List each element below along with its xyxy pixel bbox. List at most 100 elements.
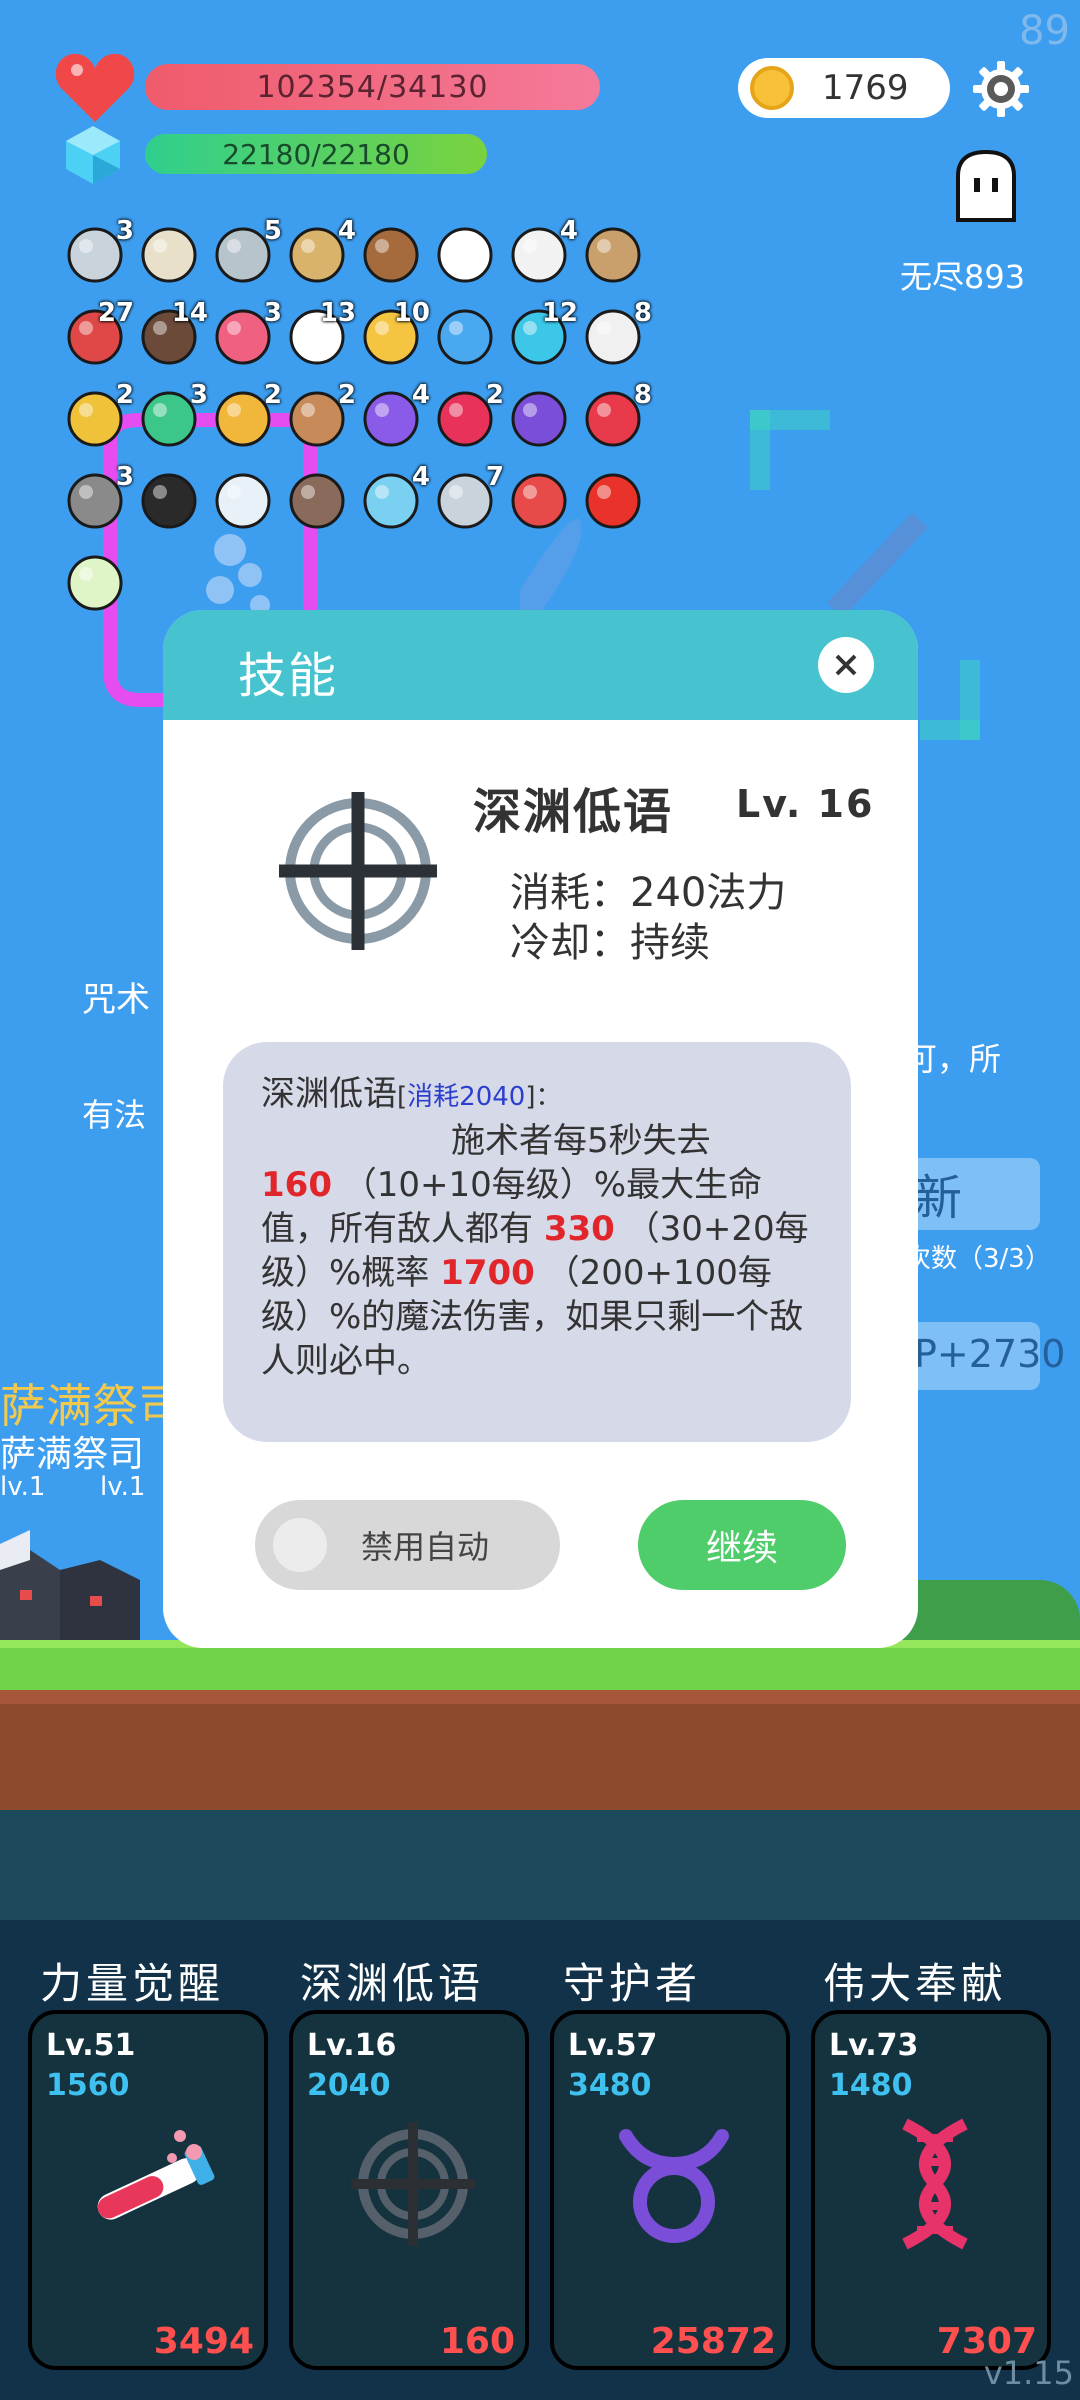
skill-title-2: 深渊低语 xyxy=(300,1959,485,2008)
pill-icon[interactable]: 3 xyxy=(210,298,282,370)
item-count-badge: 27 xyxy=(97,298,134,328)
taurus-icon xyxy=(619,2129,729,2243)
toggle-knob[interactable] xyxy=(273,1518,327,1572)
wand-icon[interactable]: 2 xyxy=(210,380,282,452)
treasure-box-icon[interactable] xyxy=(506,386,572,452)
toggle-label: 禁用自动 xyxy=(361,1528,490,1566)
item-count-badge: 5 xyxy=(263,216,282,246)
crystal-ball-icon[interactable]: 4 xyxy=(358,380,430,452)
item-count-badge: 3 xyxy=(263,298,282,328)
speech-bubble-icon-shape xyxy=(437,309,493,365)
enemy-name-label-2: 萨满祭司 xyxy=(0,1434,145,1475)
ghost-icon[interactable] xyxy=(950,150,1022,222)
skill-title-1: 力量觉醒 xyxy=(40,1959,225,2008)
close-button[interactable] xyxy=(818,637,874,693)
coconut-icon[interactable] xyxy=(358,222,424,288)
strawberry-icon[interactable]: 8 xyxy=(580,380,652,452)
item-count-badge: 4 xyxy=(559,216,578,246)
hp-text: 102354/34130 xyxy=(256,69,489,105)
watermelon-icon-shape xyxy=(511,473,567,529)
skill-title-3: 守护者 xyxy=(563,1959,702,2008)
skill-name: 深渊低语 xyxy=(473,784,674,840)
desc-value-damage: 1700 xyxy=(440,1253,535,1293)
hook-icon[interactable]: 7 xyxy=(432,462,504,534)
continue-button[interactable]: 继续 xyxy=(638,1500,846,1590)
skill-cost: 1480 xyxy=(829,2068,913,2103)
flask-icon[interactable]: 4 xyxy=(358,462,430,534)
speech-bubble-icon[interactable] xyxy=(432,304,498,370)
mp-bar: 22180/22180 xyxy=(145,134,487,174)
coin-counter: 1769 xyxy=(738,58,950,118)
skill-cost: 2040 xyxy=(307,2068,391,2103)
bg-text-curse: 咒术 xyxy=(82,980,150,1020)
close-icon xyxy=(835,654,857,676)
dagger-icon[interactable]: 3 xyxy=(62,216,134,288)
skill-cost: 1560 xyxy=(46,2068,130,2103)
ground-water xyxy=(0,1810,1080,1920)
crosshair-icon xyxy=(351,2122,475,2246)
axe-icon[interactable]: 5 xyxy=(210,216,282,288)
potion-icon[interactable]: 3 xyxy=(136,380,208,452)
skill-dialog: 技能 深渊低语 Lv. 16 消耗：240法力 冷却：持续 深渊低语[消耗204… xyxy=(163,610,918,1648)
cake-icon[interactable]: 2 xyxy=(284,380,356,452)
lightbulb-icon[interactable] xyxy=(210,468,276,534)
coconut-icon-shape xyxy=(363,227,419,283)
tombstone-icon-shape xyxy=(289,473,345,529)
item-count-badge: 10 xyxy=(393,298,430,328)
gear-icon[interactable] xyxy=(972,60,1030,118)
bg-text-partial: 可，所 xyxy=(905,1040,1002,1078)
cauldron-icon[interactable] xyxy=(136,468,202,534)
watermelon-icon[interactable] xyxy=(506,468,572,534)
item-count-badge: 8 xyxy=(633,298,652,328)
mace-icon[interactable]: 3 xyxy=(62,462,134,534)
coin-icon xyxy=(750,66,794,110)
sword-icon-shape xyxy=(141,227,197,283)
skill-cost: 3480 xyxy=(568,2068,652,2103)
cannon-icon[interactable]: 14 xyxy=(136,298,208,370)
cauldron-icon-shape xyxy=(141,473,197,529)
item-count-badge: 12 xyxy=(541,298,578,328)
skill-card-abyss-whisper[interactable]: Lv.16 2040 160 xyxy=(289,2010,529,2370)
ring-icon[interactable]: 2 xyxy=(62,380,134,452)
bg-refresh-button: 新 xyxy=(900,1158,1040,1230)
item-count-badge: 4 xyxy=(411,462,430,492)
enemy-level-b: lv.1 xyxy=(100,1472,146,1502)
test-tube-icon xyxy=(97,2130,215,2220)
shield-icon[interactable]: 27 xyxy=(62,298,134,370)
bg-count-text: 次数（3/3） xyxy=(905,1244,1051,1274)
item-count-badge: 4 xyxy=(337,216,356,246)
item-count-badge: 3 xyxy=(115,216,134,246)
item-count-badge: 2 xyxy=(115,380,134,410)
skill-card-guardian[interactable]: Lv.57 3480 25872 xyxy=(550,2010,790,2370)
skill-card-power-awakening[interactable]: Lv.51 1560 3494 xyxy=(28,2010,268,2370)
item-count-badge: 13 xyxy=(319,298,356,328)
hearts-icon[interactable]: 2 xyxy=(432,380,504,452)
disable-auto-toggle[interactable]: 禁用自动 xyxy=(255,1500,560,1590)
bow-icon[interactable]: 4 xyxy=(284,216,356,288)
viking-helmet-icon[interactable] xyxy=(580,222,646,288)
gem-ring-icon[interactable]: 12 xyxy=(506,298,578,370)
desc-bracket-open: [ xyxy=(397,1082,408,1112)
sunflower-icon[interactable]: 10 xyxy=(358,298,430,370)
desc-value-hp: 160 xyxy=(261,1165,332,1205)
endless-stage-label: 无尽893 xyxy=(900,258,1026,296)
ghost-icon[interactable]: 13 xyxy=(284,298,356,370)
skill-card-great-devotion[interactable]: Lv.73 1480 7307 xyxy=(811,2010,1051,2370)
apple-icon[interactable] xyxy=(580,468,646,534)
dna-icon xyxy=(902,2118,968,2250)
tombstone-icon[interactable] xyxy=(284,468,350,534)
skill-level: Lv.51 xyxy=(46,2028,136,2063)
crosshair-icon xyxy=(279,792,437,950)
glove-icon[interactable] xyxy=(432,222,498,288)
coin-value: 1769 xyxy=(822,68,909,108)
desc-skill-name: 深渊低语 xyxy=(261,1074,397,1114)
sword-icon[interactable] xyxy=(136,222,202,288)
envelope-icon[interactable]: 8 xyxy=(580,298,652,370)
item-count-badge: 2 xyxy=(263,380,282,410)
ground-dirt xyxy=(0,1690,1080,1810)
glowing-chip-icon[interactable] xyxy=(62,550,128,616)
item-count-badge: 7 xyxy=(485,462,504,492)
fps-counter: 89 xyxy=(1019,8,1070,54)
hp-bar: 102354/34130 xyxy=(145,64,600,110)
dice-icon[interactable]: 4 xyxy=(506,216,578,288)
